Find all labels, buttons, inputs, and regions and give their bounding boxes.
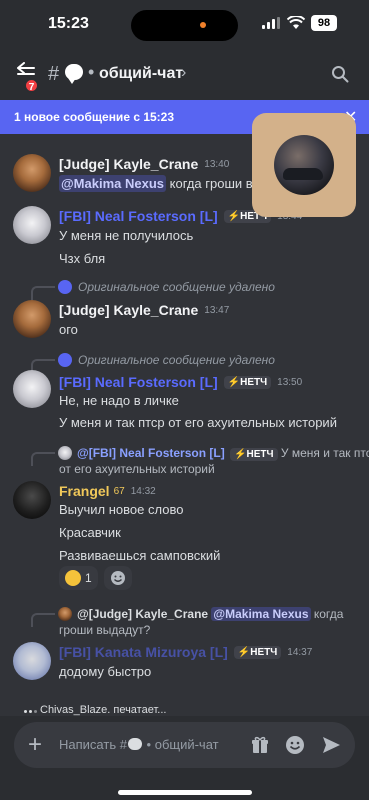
avatar[interactable] bbox=[13, 206, 51, 244]
emoji-icon[interactable] bbox=[285, 735, 305, 755]
message-text: ого bbox=[59, 322, 78, 337]
reply-avatar bbox=[58, 446, 72, 460]
dynamic-island bbox=[131, 10, 238, 41]
role-tag: ⚡НЕТЧ bbox=[223, 375, 272, 389]
typing-indicator: Chivas_Blaze. печатает... bbox=[40, 704, 167, 716]
wifi-icon bbox=[287, 16, 305, 29]
user-badge: 67 bbox=[113, 485, 125, 497]
laughing-emoji-icon bbox=[65, 570, 81, 586]
message-timestamp: 13:47 bbox=[204, 304, 230, 316]
reply-connector bbox=[31, 452, 55, 466]
message-timestamp: 14:32 bbox=[130, 485, 156, 497]
pip-avatar bbox=[274, 135, 334, 195]
reply-author: @[FBI] Neal Fosterson [L] bbox=[77, 446, 225, 460]
reaction-count: 1 bbox=[85, 571, 92, 585]
status-time: 15:23 bbox=[48, 15, 89, 32]
role-tag: ⚡НЕТЧ bbox=[233, 645, 282, 659]
avatar[interactable] bbox=[13, 370, 51, 408]
reply-preview[interactable]: @[Judge] Kayle_Crane @Makima Nexus когда bbox=[77, 606, 343, 622]
car-image bbox=[283, 168, 323, 180]
recording-dot-icon bbox=[200, 22, 206, 28]
channel-separator: • bbox=[88, 62, 95, 82]
send-icon[interactable] bbox=[321, 735, 341, 755]
channel-name[interactable]: общий-чат bbox=[99, 65, 183, 83]
message-text: Красавчик bbox=[59, 525, 121, 540]
new-messages-text: 1 новое сообщение с 15:23 bbox=[14, 110, 175, 124]
avatar[interactable] bbox=[13, 481, 51, 519]
composer-area: + Написать # • общий-чат bbox=[0, 716, 369, 800]
search-icon[interactable] bbox=[331, 65, 349, 83]
channel-header: 7 # • общий-чат › bbox=[0, 50, 369, 100]
message-text: додому быстро bbox=[59, 664, 152, 679]
deleted-original-text: Оригинальное сообщение удалено bbox=[78, 353, 275, 367]
message-composer[interactable]: + Написать # • общий-чат bbox=[14, 722, 355, 768]
avatar[interactable] bbox=[13, 642, 51, 680]
message-timestamp: 13:40 bbox=[204, 158, 230, 170]
avatar[interactable] bbox=[13, 154, 51, 192]
message-text: У меня и так птср от его ахуительных ист… bbox=[59, 415, 337, 430]
add-reaction-button[interactable] bbox=[103, 566, 132, 590]
typing-dots-icon bbox=[24, 709, 37, 715]
message-author[interactable]: [FBI] Kanata Mizuroya [L] bbox=[59, 644, 228, 660]
message-text: У меня не получилось bbox=[59, 228, 194, 243]
picture-in-picture-overlay[interactable] bbox=[252, 113, 356, 217]
chevron-right-icon[interactable]: › bbox=[181, 64, 186, 82]
reaction-chip[interactable]: 1 bbox=[59, 566, 98, 590]
message-text: Выучил новое слово bbox=[59, 502, 184, 517]
home-indicator bbox=[118, 790, 252, 795]
message-author[interactable]: [FBI] Neal Fosterson [L] bbox=[59, 208, 218, 224]
user-mention[interactable]: @Makima Nexus bbox=[59, 175, 166, 192]
speech-bubble-emoji-icon bbox=[127, 738, 142, 750]
message-timestamp: 13:50 bbox=[277, 376, 303, 388]
battery-icon: 98 bbox=[311, 15, 337, 31]
avatar[interactable] bbox=[13, 300, 51, 338]
role-tag: ⚡НЕТЧ bbox=[230, 448, 278, 461]
message-author[interactable]: [Judge] Kayle_Crane bbox=[59, 302, 198, 318]
message-input[interactable]: Написать # • общий-чат bbox=[59, 737, 219, 752]
cellular-signal-icon bbox=[262, 17, 280, 29]
user-mention: @Makima Nexus bbox=[211, 607, 311, 621]
channel-hash-icon: # bbox=[48, 63, 60, 85]
reactions: 1 bbox=[59, 566, 132, 590]
message-text: Не, не надо в личке bbox=[59, 393, 179, 408]
reply-author: @[Judge] Kayle_Crane bbox=[77, 607, 209, 621]
message-timestamp: 14:37 bbox=[287, 646, 313, 658]
message-text: Развиваешься самповский bbox=[59, 548, 221, 563]
speech-bubble-emoji-icon bbox=[65, 64, 83, 84]
reply-text: когда bbox=[313, 607, 344, 621]
unread-badge: 7 bbox=[24, 78, 39, 93]
reply-avatar bbox=[58, 607, 72, 621]
deleted-original-text: Оригинальное сообщение удалено bbox=[78, 280, 275, 294]
gift-icon[interactable] bbox=[250, 735, 270, 755]
reply-connector bbox=[31, 613, 55, 627]
reply-connector bbox=[31, 286, 55, 300]
message-author[interactable]: [Judge] Kayle_Crane bbox=[59, 156, 198, 172]
message-text: Чзх бля bbox=[59, 251, 106, 266]
add-attachment-icon[interactable]: + bbox=[28, 731, 42, 759]
message-author[interactable]: Frangel bbox=[59, 483, 110, 499]
add-reaction-icon bbox=[110, 571, 125, 585]
reply-text: гроши выдадут? bbox=[59, 623, 151, 637]
discord-logo-icon bbox=[58, 280, 72, 294]
reply-text: от его ахуительных историй bbox=[59, 462, 215, 476]
reply-text: У меня и так птср bbox=[280, 446, 369, 460]
message-author[interactable]: [FBI] Neal Fosterson [L] bbox=[59, 374, 218, 390]
status-bar: 15:23 98 bbox=[0, 0, 369, 50]
discord-logo-icon bbox=[58, 353, 72, 367]
